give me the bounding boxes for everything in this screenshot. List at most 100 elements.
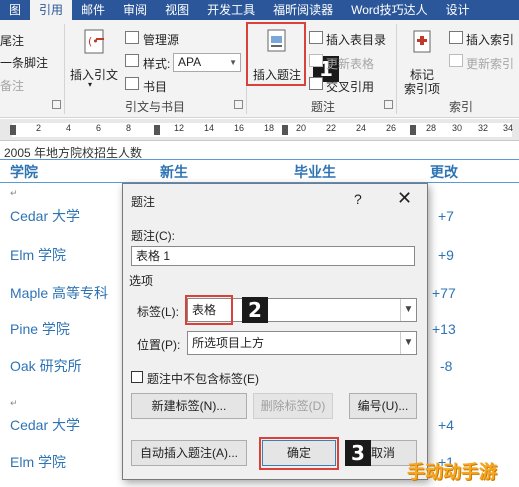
insert-citation-label: 插入引文 — [70, 68, 119, 82]
bibliography-button[interactable]: 书目 — [143, 78, 167, 95]
horizontal-ruler[interactable]: 2 4 6 8 12 14 16 18 20 22 24 26 28 30 32… — [0, 119, 519, 141]
step-callout-2: 2 — [242, 297, 268, 323]
site-watermark: 手动动手游 — [407, 462, 497, 483]
style-label: 样式: — [143, 57, 171, 71]
highlight-box — [185, 295, 233, 325]
table-top-border — [0, 159, 519, 160]
mark-entry-label-line2: 索引项 — [404, 82, 441, 96]
autocaption-button[interactable]: 自动插入题注(A)... — [131, 440, 247, 466]
chevron-down-icon: ▼ — [229, 58, 237, 67]
tab-design[interactable]: 设计 — [437, 0, 479, 20]
insert-table-of-figures-button[interactable]: 插入表目录 — [326, 31, 386, 48]
close-icon[interactable]: ✕ — [397, 188, 412, 209]
tab-review[interactable]: 审阅 — [114, 0, 156, 20]
ribbon-tab-bar: 图 引用 邮件 审阅 视图 开发工具 福昕阅读器 Word技巧达人 设计 — [0, 0, 519, 20]
delete-label-button[interactable]: 删除标签(D) — [253, 393, 333, 419]
table-header-college: 学院 — [10, 164, 38, 180]
position-select[interactable]: 所选项目上方 ▼ — [187, 331, 417, 355]
tab-word-tips[interactable]: Word技巧达人 — [342, 0, 436, 20]
show-notes-button[interactable]: 备注 — [0, 77, 24, 94]
ruler-number: 14 — [204, 123, 215, 133]
table-cell-change: +7 — [438, 208, 454, 224]
position-select-value: 所选项目上方 — [192, 336, 265, 350]
ribbon: 尾注 一条脚注 备注 (• 插入引文 ▾ 管理源 样式: APA ▼ 书目 引文… — [0, 20, 519, 118]
help-icon[interactable]: ? — [354, 191, 362, 207]
table-cell-change: -8 — [440, 358, 453, 374]
update-index-icon — [449, 54, 463, 67]
numbering-button[interactable]: 编号(U)... — [349, 393, 417, 419]
tab-references[interactable]: 引用 — [30, 0, 73, 20]
highlight-box — [246, 22, 306, 86]
group-label-index: 索引 — [449, 100, 474, 114]
manage-sources-icon — [125, 31, 139, 44]
table-cell-change: +9 — [438, 247, 454, 263]
step-callout-3: 3 — [345, 440, 371, 466]
mark-entry-button[interactable]: 标记 索引项 — [400, 24, 446, 96]
ruler-number: 2 — [36, 123, 42, 133]
exclude-label-checkbox[interactable] — [131, 371, 143, 383]
paragraph-mark: ↵ — [10, 188, 18, 198]
citation-style-select[interactable]: APA ▼ — [173, 53, 241, 72]
svg-text:(•: (• — [88, 35, 99, 48]
insert-citation-button[interactable]: (• 插入引文 ▾ — [68, 24, 120, 94]
tab-foxit-reader[interactable]: 福昕阅读器 — [264, 0, 342, 20]
table-cell-college: Cedar 大学 — [10, 208, 81, 224]
table-cell-college: Elm 学院 — [10, 247, 66, 263]
captions-launcher-icon[interactable] — [384, 100, 393, 109]
update-index-button[interactable]: 更新索引 — [466, 55, 514, 72]
citations-launcher-icon[interactable] — [234, 100, 243, 109]
group-label-captions: 题注 — [311, 100, 336, 114]
tab-view[interactable]: 视图 — [156, 0, 198, 20]
ruler-number: 20 — [296, 123, 307, 133]
cross-reference-button[interactable]: 交叉引用 — [326, 78, 374, 95]
caption-field-label: 题注(C): — [131, 229, 175, 243]
table-cell-change: +77 — [432, 285, 456, 301]
insert-citation-icon: (• — [84, 29, 104, 54]
exclude-label-text: 题注中不包含标签(E) — [147, 372, 259, 386]
label-field-label: 标签(L): — [137, 305, 180, 319]
group-label-citations: 引文与书目 — [125, 100, 186, 114]
ruler-number: 24 — [356, 123, 367, 133]
ruler-number: 8 — [126, 123, 132, 133]
footnotes-launcher-icon[interactable] — [52, 100, 61, 109]
ruler-indent-marker[interactable] — [10, 125, 16, 135]
ruler-number: 22 — [326, 123, 337, 133]
chevron-down-icon: ▼ — [400, 299, 416, 321]
manage-sources-button[interactable]: 管理源 — [143, 31, 179, 48]
separator — [396, 24, 397, 114]
insert-index-button[interactable]: 插入索引 — [466, 31, 514, 48]
table-cell-college: Pine 学院 — [10, 321, 70, 337]
update-table-icon — [309, 54, 323, 67]
table-cell-change: +4 — [438, 417, 454, 433]
table-cell-change: +13 — [432, 321, 456, 337]
next-footnote-button[interactable]: 一条脚注 — [0, 54, 48, 71]
ruler-number: 26 — [386, 123, 397, 133]
endnote-button[interactable]: 尾注 — [0, 32, 24, 49]
style-icon — [125, 54, 139, 67]
ruler-number: 12 — [174, 123, 185, 133]
ruler-number: 28 — [426, 123, 437, 133]
chevron-down-icon: ▼ — [400, 332, 416, 354]
tab-layout[interactable]: 图 — [0, 0, 30, 20]
table-cell-college: Cedar 大学 — [10, 417, 81, 433]
ruler-number: 18 — [264, 123, 275, 133]
ruler-number: 30 — [452, 123, 463, 133]
ruler-number: 16 — [234, 123, 245, 133]
cross-reference-icon — [309, 77, 323, 90]
ruler-column-marker[interactable] — [282, 125, 288, 135]
position-field-label: 位置(P): — [137, 338, 181, 352]
table-cell-college: Elm 学院 — [10, 454, 66, 470]
table-cell-college: Maple 高等专科 — [10, 285, 109, 301]
tab-mailings[interactable]: 邮件 — [72, 0, 114, 20]
separator — [64, 24, 65, 114]
highlight-box — [259, 437, 339, 470]
caption-text-value: 表格 1 — [136, 249, 171, 263]
new-label-button[interactable]: 新建标签(N)... — [131, 393, 247, 419]
table-header-freshmen: 新生 — [160, 164, 188, 180]
ruler-column-marker[interactable] — [154, 125, 160, 135]
update-table-button[interactable]: 更新表格 — [326, 55, 374, 72]
table-cell-college: Oak 研究所 — [10, 358, 82, 374]
tab-developer[interactable]: 开发工具 — [198, 0, 264, 20]
caption-text-input[interactable]: 表格 1 — [131, 246, 415, 266]
ruler-column-marker[interactable] — [410, 125, 416, 135]
